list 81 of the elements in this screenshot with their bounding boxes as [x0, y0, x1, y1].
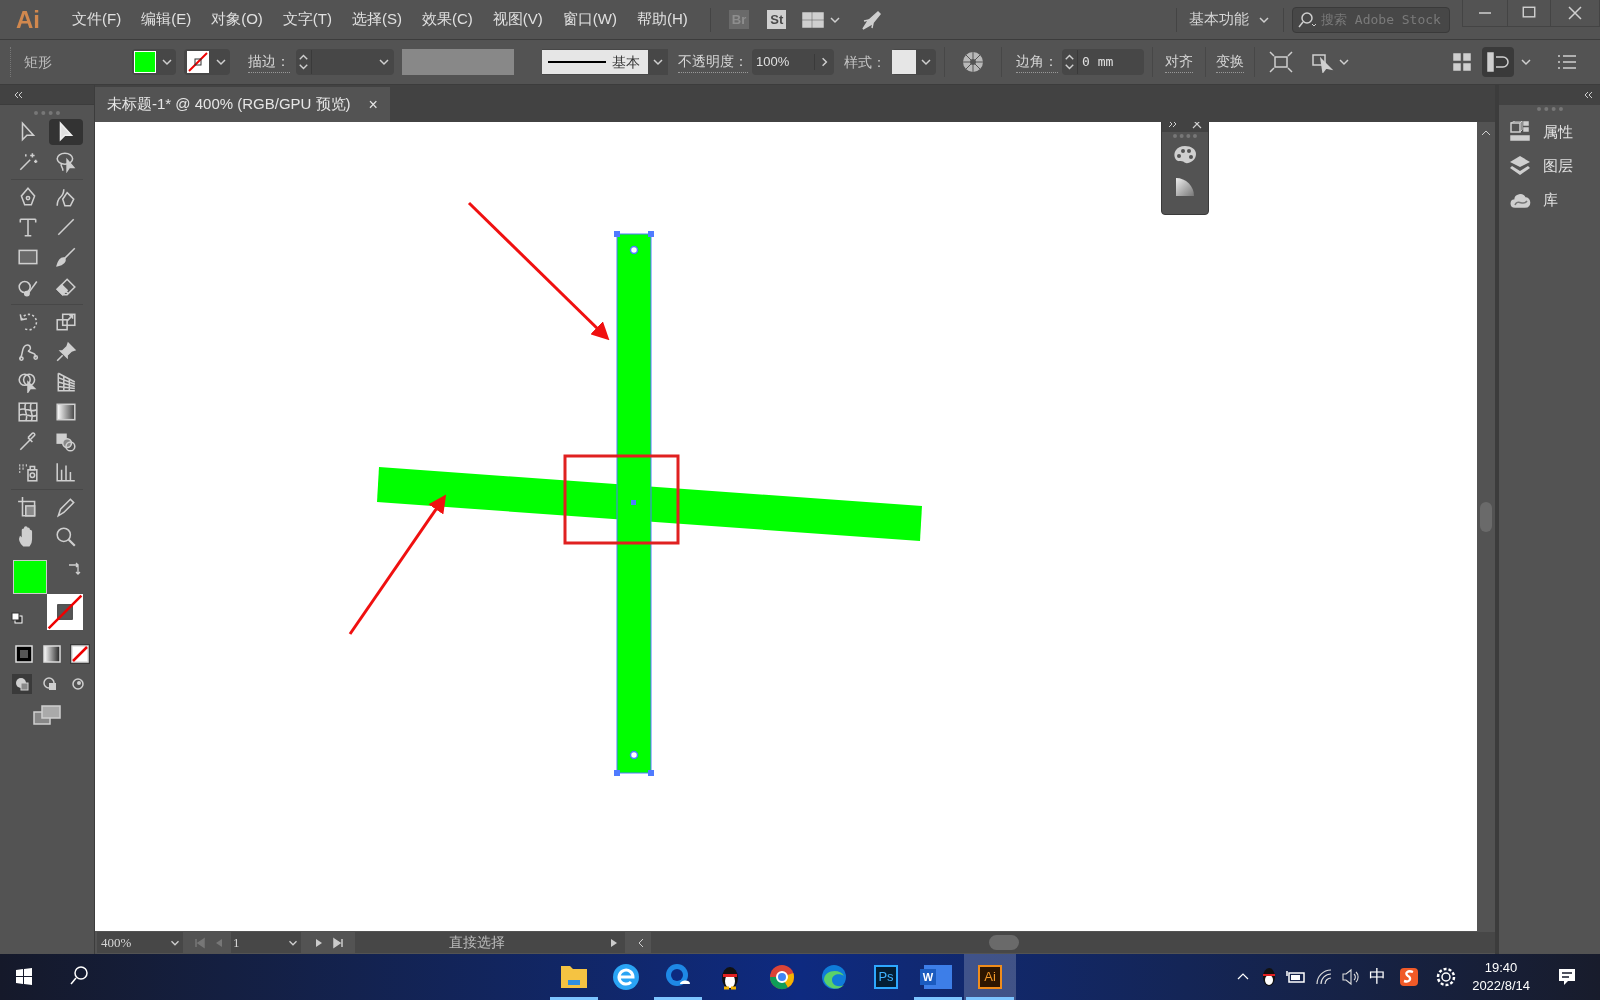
- stroke-swatch[interactable]: [184, 49, 230, 75]
- menu-item[interactable]: 效果(C): [412, 8, 483, 31]
- sogou-icon[interactable]: [1398, 966, 1421, 988]
- selected-rectangle[interactable]: [616, 233, 652, 774]
- workspace-switcher[interactable]: 基本功能: [1177, 8, 1283, 31]
- menu-item[interactable]: 视图(V): [482, 8, 553, 31]
- stock-button[interactable]: St: [767, 9, 787, 30]
- style-label: 样式：: [844, 52, 886, 72]
- menu-item[interactable]: 选择(S): [342, 8, 412, 31]
- fill-color-swatch[interactable]: [13, 560, 47, 594]
- layers-icon: [1509, 155, 1533, 177]
- artboard-dropdown[interactable]: 1: [231, 932, 301, 953]
- corner-widget[interactable]: [629, 245, 639, 255]
- graphic-style-swatch[interactable]: [892, 49, 936, 75]
- close-icon[interactable]: [1192, 122, 1202, 129]
- app-logo: Ai: [16, 4, 40, 35]
- fill-swatch[interactable]: [132, 49, 176, 75]
- scroll-thumb[interactable]: [989, 935, 1019, 950]
- center-point: [631, 500, 636, 505]
- collapse-icon[interactable]: [12, 89, 24, 100]
- direct-selection-icon[interactable]: [49, 119, 83, 145]
- expand-icon[interactable]: [1168, 122, 1178, 129]
- clock-date[interactable]: 2022/8/14: [1472, 977, 1530, 995]
- taskbar-app[interactable]: W: [912, 954, 964, 1000]
- input-method-indicator[interactable]: 中: [1369, 964, 1387, 990]
- close-tab-button[interactable]: ×: [368, 92, 378, 117]
- panel-toggle-button[interactable]: [1482, 47, 1514, 77]
- stepper-icon: [296, 50, 312, 74]
- scroll-up-icon[interactable]: [1479, 128, 1493, 138]
- panel-item[interactable]: 库: [1499, 183, 1600, 217]
- menu-item[interactable]: 编辑(E): [131, 8, 202, 31]
- none-mode-icon[interactable]: [70, 644, 90, 664]
- speaker-icon[interactable]: [1341, 968, 1362, 986]
- gradient-quarter-icon[interactable]: [1174, 176, 1196, 198]
- opacity-label[interactable]: 不透明度：: [678, 51, 748, 73]
- taskbar-app[interactable]: Ai: [964, 954, 1016, 1000]
- arrange-icon[interactable]: [1452, 52, 1472, 72]
- menu-item[interactable]: 对象(O): [201, 8, 273, 31]
- clock-time[interactable]: 19:40: [1484, 959, 1518, 977]
- draw-normal-icon[interactable]: [12, 674, 32, 694]
- panel-item[interactable]: 图层: [1499, 149, 1600, 183]
- list-icon[interactable]: [1556, 53, 1578, 71]
- panel-layout-icon: [1486, 51, 1510, 73]
- stroke-weight-field[interactable]: [296, 49, 394, 75]
- no-stroke-icon: [186, 50, 210, 74]
- corner-radius-field[interactable]: 0 mm: [1062, 49, 1144, 75]
- search-icon: [1297, 11, 1319, 28]
- palette-icon[interactable]: [1172, 144, 1198, 166]
- menu-item[interactable]: 帮助(H): [626, 8, 698, 31]
- layout-icon[interactable]: [802, 11, 825, 28]
- menu-item[interactable]: 文件(F): [62, 8, 132, 31]
- swap-icon[interactable]: [67, 562, 81, 576]
- taskbar-app[interactable]: Ps: [860, 954, 912, 1000]
- corner-label[interactable]: 边角：: [1016, 51, 1058, 73]
- zoom-dropdown[interactable]: 400%: [97, 932, 183, 953]
- battery-icon[interactable]: [1285, 968, 1308, 986]
- panel-item[interactable]: 属性: [1499, 115, 1600, 149]
- stroke-color-swatch[interactable]: [47, 594, 83, 630]
- menu-item[interactable]: 窗口(W): [552, 8, 627, 31]
- maximize-icon[interactable]: [1507, 0, 1551, 26]
- opacity-field[interactable]: 100%: [752, 49, 834, 75]
- menu-item[interactable]: 文字(T): [272, 8, 342, 31]
- object-type-label: 矩形: [24, 52, 53, 72]
- stroke-label[interactable]: 描边：: [248, 51, 290, 73]
- screen-mode-icon[interactable]: [32, 704, 62, 726]
- isolate-icon[interactable]: [1269, 51, 1293, 73]
- notification-icon[interactable]: [1556, 966, 1578, 988]
- transform-link[interactable]: 变换: [1216, 51, 1244, 73]
- stepper-icon: [1062, 50, 1078, 74]
- align-link[interactable]: 对齐: [1165, 51, 1193, 73]
- collapse-icon[interactable]: [1582, 90, 1594, 100]
- gradient-mode-icon[interactable]: [42, 644, 62, 664]
- corner-widget[interactable]: [629, 750, 639, 760]
- brush-style-dropdown[interactable]: 基本: [542, 49, 668, 75]
- last-artboard-icon[interactable]: [331, 936, 345, 949]
- properties-icon: [1509, 121, 1533, 143]
- default-colors-icon[interactable]: [11, 612, 23, 624]
- color-mode-icon[interactable]: [14, 644, 34, 664]
- recolor-icon[interactable]: [961, 50, 985, 74]
- document-tab[interactable]: 未标题-1* @ 400% (RGB/GPU 预览) ×: [95, 87, 390, 122]
- current-tool-label: 直接选择: [449, 933, 505, 952]
